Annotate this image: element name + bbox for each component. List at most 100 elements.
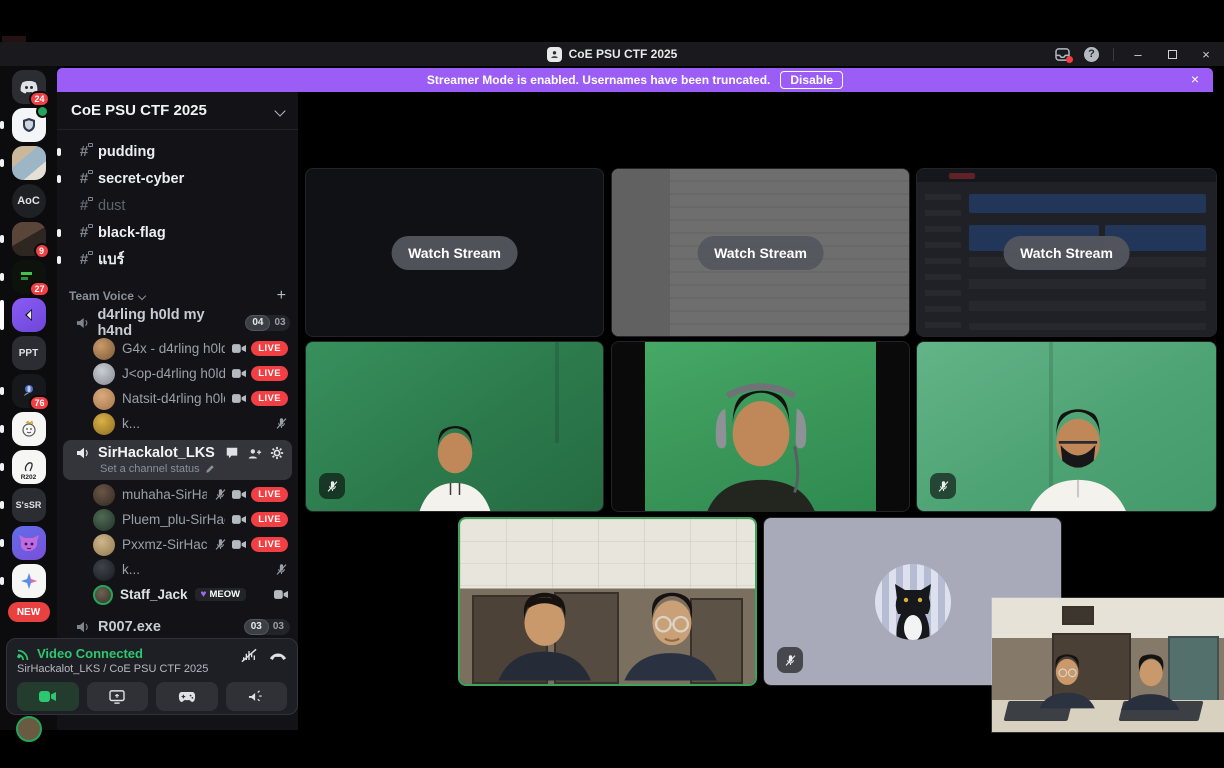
titlebar-divider xyxy=(1113,48,1114,61)
speaker-icon xyxy=(75,445,91,461)
streamer-mode-banner: Streamer Mode is enabled. Usernames have… xyxy=(57,68,1213,92)
server-icon-sparkle[interactable] xyxy=(12,564,46,598)
hash-lock-icon: # xyxy=(77,251,91,268)
user-avatar-partial[interactable] xyxy=(16,716,42,742)
server-icon xyxy=(547,47,562,62)
banner-close-icon[interactable]: × xyxy=(1191,71,1199,87)
self-silhouette-2 xyxy=(1112,645,1192,713)
server-icon-robot[interactable]: 76 xyxy=(12,374,46,408)
server-icon-aoc[interactable]: AoC xyxy=(12,184,46,218)
chevron-down-icon xyxy=(138,292,146,300)
voice-member[interactable]: muhaha-SirHack... LIVE xyxy=(57,482,298,507)
set-channel-status[interactable]: Set a channel status xyxy=(100,463,284,475)
channel-thai[interactable]: # แบร์ xyxy=(57,246,298,273)
server-icon-r202[interactable]: R202 xyxy=(12,450,46,484)
close-button[interactable]: × xyxy=(1196,47,1216,62)
stream-tile-2: Watch Stream xyxy=(611,168,910,337)
channel-black-flag[interactable]: # black-flag xyxy=(57,219,298,246)
activities-button[interactable] xyxy=(156,682,218,711)
inbox-icon[interactable] xyxy=(1055,48,1070,61)
avatar xyxy=(93,585,113,605)
participant-masked-silhouette xyxy=(988,391,1168,512)
camera-icon xyxy=(274,589,288,600)
discord-home-button[interactable]: 24 xyxy=(12,70,46,104)
screen-share-button[interactable] xyxy=(87,682,149,711)
voice-member[interactable]: J<op-d4rling h0ld m... LIVE xyxy=(57,361,298,386)
disable-streamer-mode-button[interactable]: Disable xyxy=(780,71,843,89)
self-view-pip[interactable] xyxy=(992,598,1224,732)
camera-icon xyxy=(232,343,246,354)
unread-badge: 9 xyxy=(34,243,50,259)
selected-server-pill xyxy=(0,300,4,330)
chat-icon[interactable] xyxy=(225,446,239,460)
soundboard-button[interactable] xyxy=(226,682,288,711)
pencil-icon xyxy=(205,464,215,474)
live-badge: LIVE xyxy=(251,391,288,406)
video-tile-participant-1[interactable] xyxy=(305,341,604,512)
channel-secret-cyber[interactable]: # secret-cyber xyxy=(57,165,298,192)
help-icon[interactable]: ? xyxy=(1084,47,1099,62)
avatar xyxy=(93,413,115,435)
voice-member[interactable]: G4x - d4rling h0ld m... LIVE xyxy=(57,336,298,361)
camera-toggle-button[interactable] xyxy=(17,682,79,711)
server-icon-terminal[interactable]: 27 xyxy=(12,260,46,294)
create-channel-icon[interactable]: + xyxy=(277,287,286,305)
stream-tile-1: Watch Stream xyxy=(305,168,604,337)
unread-pill xyxy=(0,273,4,281)
avatar xyxy=(93,484,115,506)
unread-dot xyxy=(57,148,61,156)
mic-muted-icon xyxy=(275,563,288,576)
voice-member[interactable]: k... xyxy=(57,557,298,582)
watch-stream-button[interactable]: Watch Stream xyxy=(697,236,824,270)
video-tile-participant-2[interactable] xyxy=(611,341,910,512)
unread-pill xyxy=(0,539,4,547)
channel-dust[interactable]: # dust xyxy=(57,192,298,219)
voice-channel-r007[interactable]: R007.exe 0303 xyxy=(57,613,298,640)
camera-icon xyxy=(232,393,246,404)
voice-channel-d4rling[interactable]: d4rling h0ld my h4nd 0403 xyxy=(57,309,298,336)
mic-muted-icon xyxy=(275,417,288,430)
hash-lock-icon: # xyxy=(77,170,91,187)
participant-silhouette xyxy=(484,574,614,686)
mic-muted-indicator xyxy=(319,473,345,499)
stream-tile-3: Watch Stream xyxy=(916,168,1217,337)
noise-suppression-off-icon[interactable] xyxy=(241,648,257,663)
avatar xyxy=(93,534,115,556)
mic-muted-icon xyxy=(214,488,227,501)
server-icon-new[interactable]: NEW xyxy=(8,602,50,622)
server-icon-hoodie-photo[interactable]: 9 xyxy=(12,222,46,256)
voice-member[interactable]: Pxxmz-SirHackal... LIVE xyxy=(57,532,298,557)
voice-member[interactable]: Natsit-d4rling h0ld ... LIVE xyxy=(57,386,298,411)
watch-stream-button[interactable]: Watch Stream xyxy=(391,236,518,270)
avatar xyxy=(93,388,115,410)
server-header[interactable]: CoE PSU CTF 2025 xyxy=(57,92,298,130)
minimize-button[interactable]: – xyxy=(1128,47,1148,62)
server-icon-ctf-selected[interactable] xyxy=(12,298,46,332)
voice-member[interactable]: k... xyxy=(57,411,298,436)
disconnect-call-icon[interactable] xyxy=(269,651,287,660)
voice-member[interactable]: Pluem_plu-SirHacka... LIVE xyxy=(57,507,298,532)
mic-muted-icon xyxy=(214,538,227,551)
live-badge: LIVE xyxy=(251,512,288,527)
server-icon-doodle[interactable] xyxy=(12,412,46,446)
live-badge: LIVE xyxy=(251,341,288,356)
channel-pudding[interactable]: # pudding xyxy=(57,138,298,165)
invite-member-icon[interactable] xyxy=(247,447,262,460)
category-team-voice[interactable]: Team Voice + xyxy=(57,283,298,309)
unread-dot xyxy=(57,256,61,264)
voice-channel-sirhackalot-selected[interactable]: SirHackalot_LKS Set a channel status xyxy=(63,440,292,480)
purple-heart-icon: ♥ xyxy=(201,589,207,600)
video-tile-speaking-pair[interactable] xyxy=(458,517,757,686)
settings-gear-icon[interactable] xyxy=(270,446,284,460)
maximize-button[interactable] xyxy=(1162,47,1182,62)
unread-pill xyxy=(0,425,4,433)
server-icon-photo-room[interactable] xyxy=(12,146,46,180)
unread-pill xyxy=(0,235,4,243)
server-icon-ssr[interactable]: S'sSR xyxy=(12,488,46,522)
video-tile-participant-3[interactable] xyxy=(916,341,1217,512)
server-icon-ppt[interactable]: PPT xyxy=(12,336,46,370)
voice-member-staff[interactable]: Staff_Jack ♥ MEOW xyxy=(57,582,298,607)
server-icon-cyber-shield[interactable] xyxy=(12,108,46,142)
watch-stream-button[interactable]: Watch Stream xyxy=(1003,236,1130,270)
server-icon-cat[interactable] xyxy=(12,526,46,560)
